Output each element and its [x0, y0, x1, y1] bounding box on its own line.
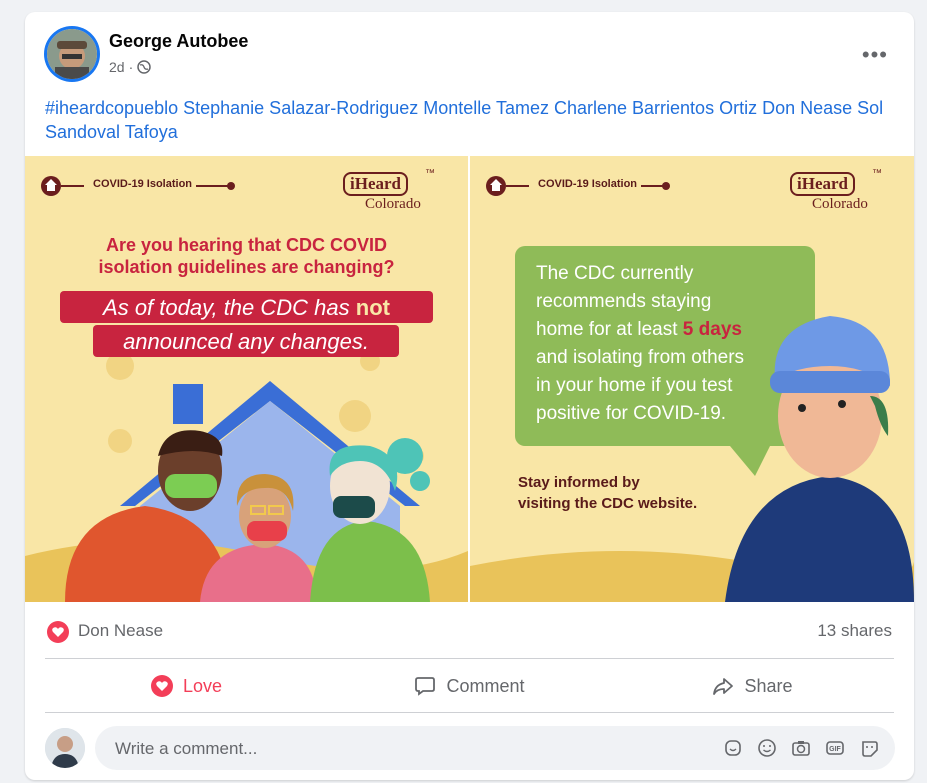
bubble-text: The CDC currently recommends staying hom… [536, 260, 744, 428]
avatar-image [45, 728, 85, 768]
bubble-line-3-bold: 5 days [682, 319, 742, 340]
comment-composer: GIF [25, 722, 914, 772]
divider [45, 712, 894, 713]
avatar-image [47, 29, 97, 79]
post-images[interactable]: COVID-19 Isolation iHeard ™ Colorado Are… [25, 156, 914, 602]
brand-logo: iHeard [790, 172, 855, 196]
question-line-1: Are you hearing that CDC COVID [105, 235, 388, 255]
share-label: Share [744, 675, 793, 696]
brand-logo: iHeard [343, 172, 408, 196]
camera-icon[interactable] [789, 736, 813, 760]
answer-pre: As of today, the CDC has [103, 295, 356, 320]
divider [45, 658, 894, 659]
bubble-line-3: home for at least 5 days [536, 316, 744, 344]
footer-line-1: Stay informed by [518, 474, 640, 491]
post-meta: 2d · [109, 59, 151, 75]
image-tag: COVID-19 Isolation [534, 178, 642, 190]
bubble-line-6: positive for COVID-19. [536, 403, 727, 424]
post-text[interactable]: #iheardcopueblo Stephanie Salazar-Rodrig… [45, 96, 895, 144]
question-line-2: isolation guidelines are changing? [98, 257, 395, 277]
comment-icons: GIF [721, 736, 881, 760]
user-avatar[interactable] [45, 728, 85, 768]
post-header: George Autobee 2d · ••• [25, 12, 914, 92]
post-image-1[interactable]: COVID-19 Isolation iHeard ™ Colorado Are… [25, 156, 470, 602]
svg-text:GIF: GIF [829, 746, 841, 753]
reactions-bar: Don Nease 13 shares [25, 612, 914, 652]
comment-input[interactable] [113, 726, 657, 772]
author-name[interactable]: George Autobee [109, 31, 248, 52]
love-button[interactable]: Love [45, 660, 328, 712]
share-icon [713, 678, 734, 695]
share-count[interactable]: 13 shares [817, 621, 892, 641]
reaction-names[interactable]: Don Nease [78, 621, 163, 641]
author-avatar[interactable] [47, 29, 97, 79]
bubble-line-1: The CDC currently [536, 263, 694, 284]
bubble-line-5: in your home if you test [536, 375, 733, 396]
more-options-button[interactable]: ••• [862, 42, 888, 68]
action-bar: Love Comment Share [45, 660, 894, 712]
sticker-icon[interactable] [721, 736, 745, 760]
post-card: George Autobee 2d · ••• #iheardcopueblo … [25, 12, 914, 780]
bubble-line-3-pre: home for at least [536, 319, 683, 340]
avatar-sticker-icon[interactable] [857, 736, 881, 760]
bubble-line-4: and isolating from others [536, 347, 745, 368]
answer-bold: not [355, 295, 390, 320]
post-time[interactable]: 2d [109, 59, 125, 75]
brand-sub: Colorado [812, 196, 868, 212]
brand-tm: ™ [872, 168, 882, 179]
answer-line-2: announced any changes. [123, 329, 369, 354]
comment-button[interactable]: Comment [328, 660, 611, 712]
brand-sub: Colorado [365, 196, 421, 212]
bubble-line-2: recommends staying [536, 291, 712, 312]
image-tag: COVID-19 Isolation [89, 178, 197, 190]
meta-separator: · [128, 59, 134, 75]
comment-icon [415, 677, 436, 696]
footer-text: Stay informed by visiting the CDC websit… [518, 472, 697, 514]
gif-icon[interactable]: GIF [823, 736, 847, 760]
share-button[interactable]: Share [611, 660, 894, 712]
comment-box[interactable]: GIF [95, 726, 895, 772]
emoji-icon[interactable] [755, 736, 779, 760]
comment-label: Comment [446, 675, 525, 696]
heart-icon [150, 675, 173, 697]
illustration-1 [25, 156, 468, 602]
love-label: Love [182, 675, 223, 696]
globe-icon [137, 60, 151, 74]
brand-tm: ™ [425, 168, 435, 179]
answer-line-1: As of today, the CDC has not [60, 294, 433, 322]
footer-line-2: visiting the CDC website. [518, 495, 698, 512]
question-text: Are you hearing that CDC COVID isolation… [25, 234, 468, 278]
post-image-2[interactable]: COVID-19 Isolation iHeard ™ Colorado The… [470, 156, 914, 602]
heart-icon[interactable] [47, 621, 69, 643]
